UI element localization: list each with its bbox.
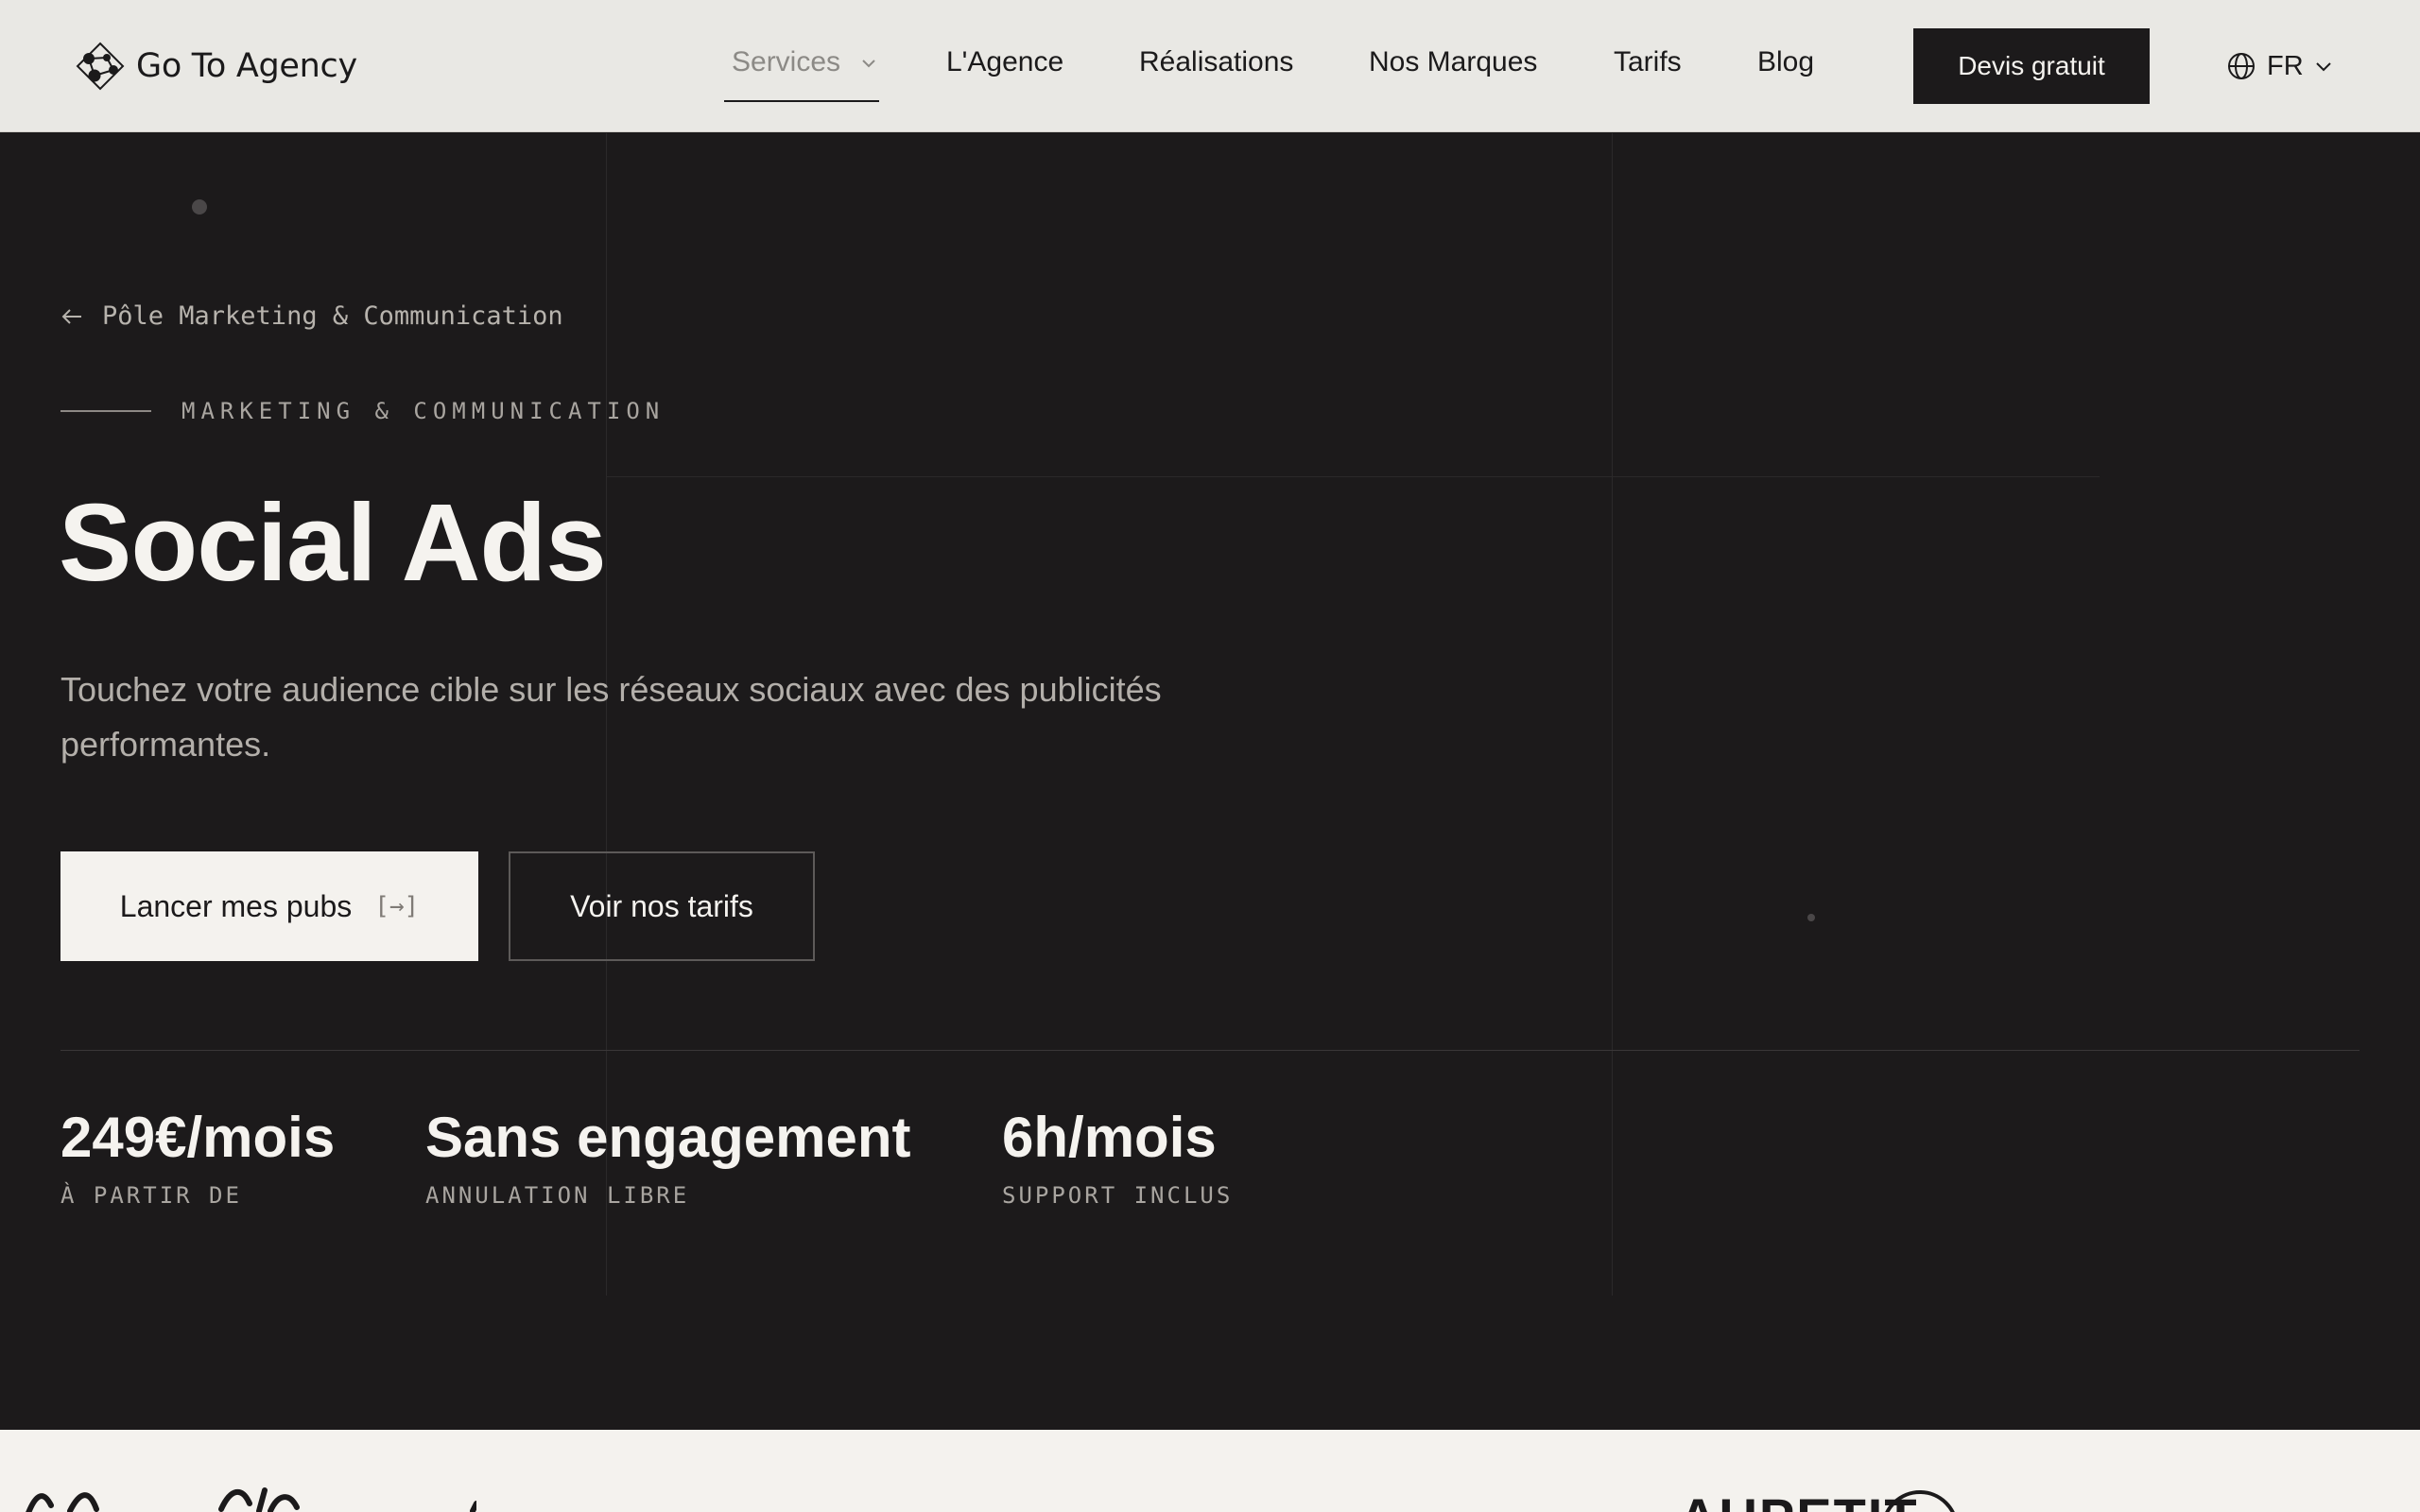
decorative-dot: [192, 199, 207, 215]
launch-ads-button[interactable]: Lancer mes pubs [→]: [60, 851, 478, 961]
page-subtitle: Touchez votre audience cible sur les rés…: [60, 670, 1162, 764]
brand-name: Go To Agency: [136, 47, 357, 85]
decorative-dot: [1807, 914, 1815, 921]
arrow-right-icon: [→]: [374, 892, 420, 920]
stat-value: 6h/mois: [1002, 1106, 1217, 1169]
logo-mark-icon: [76, 42, 125, 91]
hero-section: Pôle Marketing & Communication MARKETING…: [0, 133, 2420, 1430]
stat-label: ANNULATION LIBRE: [425, 1182, 690, 1209]
brand-logos-strip: AUPETIT: [0, 1430, 2420, 1512]
active-nav-indicator: [724, 100, 879, 102]
stat-label: À PARTIR DE: [60, 1182, 242, 1209]
eyebrow-label: MARKETING & COMMUNICATION: [182, 398, 666, 424]
view-pricing-button[interactable]: Voir nos tarifs: [509, 851, 815, 961]
stat-price: 249€/mois À PARTIR DE: [60, 1106, 336, 1210]
stat-support: 6h/mois SUPPORT INCLUS: [1002, 1106, 1234, 1210]
nav-item-blog[interactable]: Blog: [1757, 42, 1814, 83]
launch-ads-button-label: Lancer mes pubs: [119, 888, 353, 923]
eyebrow-divider: [60, 410, 151, 412]
back-link-label: Pôle Marketing & Communication: [102, 301, 563, 331]
stats-divider: [60, 1050, 2360, 1051]
stat-commitment: Sans engagement ANNULATION LIBRE: [425, 1106, 911, 1210]
nav-item-realisations[interactable]: Réalisations: [1139, 42, 1293, 83]
script-brand-logo: [26, 1487, 476, 1512]
page-title: Social Ads: [59, 481, 607, 604]
chevron-down-icon: [2315, 61, 2331, 71]
stat-label: SUPPORT INCLUS: [1002, 1182, 1234, 1209]
globe-icon: [2228, 53, 2255, 79]
free-quote-button[interactable]: Devis gratuit: [1913, 28, 2150, 104]
grid-line: [1612, 133, 1613, 1296]
back-to-category-link[interactable]: Pôle Marketing & Communication: [60, 301, 563, 331]
grid-line: [606, 476, 2100, 477]
language-code: FR: [2267, 50, 2304, 81]
brand-logo-aupetit: AUPETIT: [1679, 1486, 1919, 1512]
top-navbar: Go To Agency Services L'Agence Réalisati…: [0, 0, 2420, 132]
stat-value: Sans engagement: [425, 1106, 911, 1169]
stat-value: 249€/mois: [60, 1106, 336, 1169]
chevron-down-icon: [862, 60, 876, 68]
nav-item-agence[interactable]: L'Agence: [946, 42, 1063, 83]
nav-item-nos-marques[interactable]: Nos Marques: [1369, 42, 1537, 83]
arrow-left-icon: [61, 308, 81, 324]
section-eyebrow: MARKETING & COMMUNICATION: [60, 398, 665, 424]
nav-item-label: Services: [732, 46, 841, 77]
brand-logo-link[interactable]: Go To Agency: [76, 42, 357, 91]
language-selector[interactable]: FR: [2227, 47, 2332, 85]
nav-item-tarifs[interactable]: Tarifs: [1614, 42, 1682, 83]
nav-item-services[interactable]: Services: [732, 42, 876, 83]
